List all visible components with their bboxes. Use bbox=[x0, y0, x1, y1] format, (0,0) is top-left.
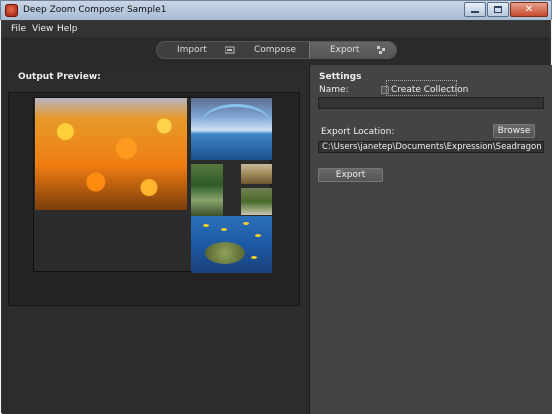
output-preview-area[interactable] bbox=[8, 92, 300, 306]
output-preview-panel: Output Preview: bbox=[2, 65, 309, 414]
maximize-button[interactable] bbox=[487, 2, 509, 17]
preview-image-trees-field bbox=[241, 188, 272, 215]
tab-export-label: Export bbox=[330, 45, 360, 55]
menu-bar: File View Help bbox=[2, 21, 550, 37]
name-label: Name: bbox=[319, 85, 349, 95]
app-icon bbox=[5, 4, 18, 17]
workflow-tabs: Import Compose Export bbox=[156, 41, 397, 59]
output-preview-heading: Output Preview: bbox=[18, 72, 101, 82]
maximize-icon bbox=[494, 6, 502, 13]
export-icon bbox=[377, 46, 386, 54]
tab-export[interactable]: Export bbox=[309, 42, 396, 58]
menu-help[interactable]: Help bbox=[57, 24, 78, 34]
export-button[interactable]: Export bbox=[318, 168, 383, 182]
tab-import[interactable]: Import bbox=[177, 42, 235, 58]
preview-image-ocean-wave bbox=[191, 98, 272, 160]
export-location-field[interactable]: C:\Users\janetep\Documents\Expression\Se… bbox=[318, 141, 544, 153]
window-controls: ✕ bbox=[464, 2, 548, 17]
preview-canvas[interactable] bbox=[33, 97, 272, 273]
fish-shape bbox=[221, 228, 227, 231]
title-bar: Deep Zoom Composer Sample1 ✕ bbox=[0, 0, 552, 20]
close-button[interactable]: ✕ bbox=[510, 2, 548, 17]
settings-heading: Settings bbox=[319, 72, 362, 82]
preview-image-forest-path bbox=[191, 164, 223, 216]
browse-button[interactable]: Browse bbox=[493, 124, 535, 138]
fish-shape bbox=[251, 256, 257, 259]
focus-indicator bbox=[386, 80, 457, 96]
fish-shape bbox=[243, 222, 249, 225]
menu-view[interactable]: View bbox=[32, 24, 53, 34]
preview-image-sunflowers bbox=[35, 98, 187, 210]
tab-import-label: Import bbox=[177, 45, 207, 55]
fish-shape bbox=[255, 234, 261, 237]
import-icon bbox=[224, 46, 235, 54]
tab-compose-label: Compose bbox=[254, 45, 297, 55]
menu-file[interactable]: File bbox=[11, 24, 26, 34]
app-window: File View Help Import Compose Export Out… bbox=[1, 20, 552, 414]
turtle-shape bbox=[205, 242, 245, 264]
close-icon: ✕ bbox=[524, 3, 534, 15]
preview-image-savanna-tree bbox=[241, 164, 272, 184]
settings-panel: Settings Name: Create Collection Export … bbox=[310, 65, 552, 414]
window-title: Deep Zoom Composer Sample1 bbox=[23, 5, 167, 15]
minimize-icon bbox=[471, 11, 479, 13]
preview-image-sea-turtle bbox=[191, 216, 272, 273]
name-field[interactable] bbox=[318, 97, 544, 109]
minimize-button[interactable] bbox=[464, 2, 486, 17]
fish-shape bbox=[203, 224, 209, 227]
export-location-label: Export Location: bbox=[321, 127, 395, 137]
wave-shape bbox=[201, 104, 271, 144]
